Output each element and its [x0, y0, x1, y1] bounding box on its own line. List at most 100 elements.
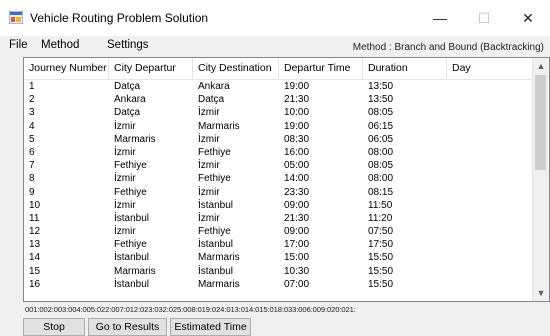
cell-city-destination: Fethiye — [198, 173, 231, 185]
cell-departur-time: 10:00 — [284, 107, 310, 119]
window-title: Vehicle Routing Problem Solution — [30, 11, 209, 25]
table-row[interactable]: 11 İstanbul İzmir 21:30 11:20 — [24, 212, 534, 225]
cell-journey-number: 8 — [29, 173, 35, 185]
maximize-button[interactable]: ☐ — [464, 6, 504, 30]
close-button[interactable]: ✕ — [508, 6, 548, 30]
cell-city-destination: Marmaris — [198, 120, 240, 132]
cell-city-departur: Fethiye — [114, 186, 147, 198]
cell-departur-time: 05:00 — [284, 160, 310, 172]
cell-day — [447, 199, 534, 212]
method-label: Method : Branch and Bound (Backtracking) — [352, 42, 544, 53]
cell-day — [447, 278, 534, 291]
table-row[interactable]: 5 Marmaris İzmir 08:30 06:05 — [24, 133, 534, 146]
cell-departur-time: 19:00 — [284, 81, 310, 92]
cell-journey-number: 13 — [29, 239, 41, 251]
menu-settings[interactable]: Settings — [107, 39, 149, 51]
table-row[interactable]: 7 Fethiye İzmir 05:00 08:05 — [24, 159, 534, 172]
table-row[interactable]: 15 Marmaris İstanbul 10:30 15:50 — [24, 265, 534, 278]
cell-city-destination: İstanbul — [198, 199, 234, 211]
table-row[interactable]: 13 Fethiye İstanbul 17:00 17:50 — [24, 238, 534, 251]
column-header[interactable]: City Destination — [193, 58, 279, 79]
cell-city-destination: İzmir — [198, 133, 220, 145]
table-row[interactable]: 4 İzmir Marmaris 19:00 06:15 — [24, 120, 534, 133]
cell-duration: 08:15 — [368, 186, 394, 198]
vertical-scrollbar[interactable]: ▲ ▼ — [532, 58, 549, 301]
cell-city-destination: İzmir — [198, 186, 220, 198]
table-row[interactable]: 9 Fethiye İzmir 23:30 08:15 — [24, 186, 534, 199]
cell-duration: 08:00 — [368, 173, 394, 185]
cell-day — [447, 238, 534, 251]
column-header[interactable]: Journey Number — [24, 58, 109, 79]
cell-departur-time: 08:30 — [284, 133, 310, 145]
cell-city-departur: İzmir — [114, 173, 136, 185]
go-to-results-button[interactable]: Go to Results — [88, 318, 167, 336]
table-row[interactable]: 14 İstanbul Marmaris 15:00 15:50 — [24, 251, 534, 264]
cell-day — [447, 106, 534, 119]
route-sequence-text: 001:002:003:004:005:022:007:012:023:032:… — [25, 305, 356, 314]
table-row[interactable]: 10 İzmir İstanbul 09:00 11:50 — [24, 199, 534, 212]
cell-journey-number: 2 — [29, 94, 35, 106]
cell-duration: 13:50 — [368, 81, 394, 92]
column-header[interactable]: Duration — [363, 58, 447, 79]
cell-day — [447, 212, 534, 225]
cell-journey-number: 1 — [29, 81, 35, 92]
cell-day — [447, 146, 534, 159]
cell-journey-number: 3 — [29, 107, 35, 119]
table-row[interactable]: 8 İzmir Fethiye 14:00 08:00 — [24, 172, 534, 185]
cell-city-departur: Ankara — [114, 94, 146, 106]
column-header[interactable]: Day — [447, 58, 534, 79]
cell-city-destination: İzmir — [198, 160, 220, 172]
cell-departur-time: 16:00 — [284, 146, 310, 158]
cell-day — [447, 80, 534, 93]
cell-journey-number: 11 — [29, 212, 40, 224]
table-row[interactable]: 6 İzmir Fethiye 16:00 08:00 — [24, 146, 534, 159]
cell-duration: 15:50 — [368, 265, 394, 277]
cell-duration: 08:00 — [368, 146, 394, 158]
cell-city-departur: Fethiye — [114, 239, 147, 251]
estimated-time-button[interactable]: Estimated Time — [170, 318, 251, 336]
scroll-thumb[interactable] — [535, 75, 546, 170]
journey-grid[interactable]: Journey Number City Departur City Destin… — [23, 57, 550, 302]
cell-city-departur: İstanbul — [114, 278, 150, 290]
menu-file[interactable]: File — [9, 39, 28, 51]
menu-method[interactable]: Method — [41, 39, 79, 51]
close-icon: ✕ — [522, 9, 534, 26]
table-row[interactable]: 2 Ankara Datça 21:30 13:50 — [24, 93, 534, 106]
cell-city-departur: İstanbul — [114, 212, 150, 224]
cell-journey-number: 6 — [29, 146, 35, 158]
cell-day — [447, 159, 534, 172]
table-row[interactable]: 16 İstanbul Marmaris 07:00 15:50 — [24, 278, 534, 291]
table-row[interactable]: 3 Datça İzmir 10:00 08:05 — [24, 106, 534, 119]
cell-departur-time: 21:30 — [284, 94, 310, 106]
chevron-down-icon[interactable]: ▼ — [533, 285, 549, 301]
cell-city-destination: İstanbul — [198, 239, 234, 251]
cell-city-destination: Marmaris — [198, 252, 240, 264]
stop-button[interactable]: Stop — [23, 318, 85, 336]
cell-duration: 07:50 — [368, 226, 394, 238]
cell-departur-time: 23:30 — [284, 186, 310, 198]
table-row[interactable]: 1 Datça Ankara 19:00 13:50 — [24, 80, 534, 93]
cell-city-destination: Fethiye — [198, 146, 231, 158]
cell-duration: 13:50 — [368, 94, 394, 106]
cell-journey-number: 7 — [29, 160, 35, 172]
cell-city-departur: İzmir — [114, 199, 136, 211]
minimize-button[interactable]: — — [420, 6, 460, 30]
column-header[interactable]: Departur Time — [279, 58, 363, 79]
cell-journey-number: 12 — [29, 226, 41, 238]
maximize-icon: ☐ — [477, 9, 491, 26]
title-bar: Vehicle Routing Problem Solution — ☐ ✕ — [0, 0, 550, 36]
cell-day — [447, 133, 534, 146]
cell-duration: 15:50 — [368, 278, 394, 290]
column-header[interactable]: City Departur — [109, 58, 193, 79]
cell-city-departur: Marmaris — [114, 265, 156, 277]
cell-departur-time: 07:00 — [284, 278, 310, 290]
cell-departur-time: 10:30 — [284, 265, 310, 277]
cell-journey-number: 15 — [29, 265, 41, 277]
chevron-up-icon[interactable]: ▲ — [533, 58, 549, 74]
cell-duration: 08:05 — [368, 107, 394, 119]
app-icon — [9, 11, 23, 24]
cell-journey-number: 10 — [29, 199, 41, 211]
cell-day — [447, 186, 534, 199]
cell-city-destination: Marmaris — [198, 278, 240, 290]
table-row[interactable]: 12 İzmir Fethiye 09:00 07:50 — [24, 225, 534, 238]
